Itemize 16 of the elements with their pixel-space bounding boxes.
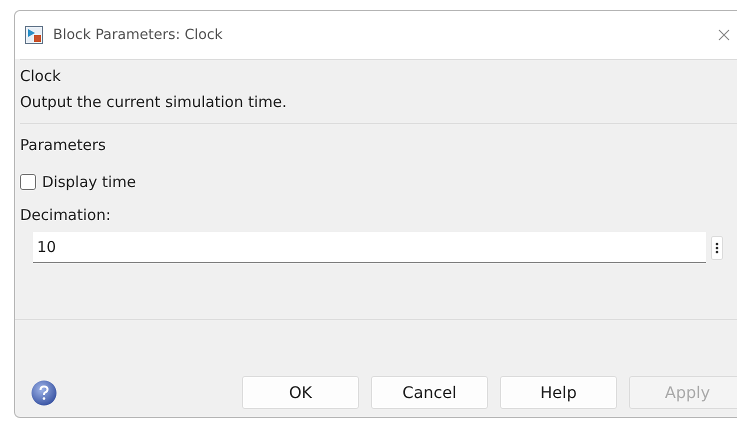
group-title: Clock (20, 67, 62, 87)
window-title: Block Parameters: Clock (53, 27, 224, 43)
field-label: Decimation: (20, 206, 112, 226)
block-description: Output the current simulation time. (20, 93, 288, 113)
help-icon[interactable] (31, 380, 57, 406)
dialog-button[interactable]: OK (242, 376, 359, 409)
decimation-field[interactable]: 10 (33, 232, 706, 263)
group-title: Parameters (20, 136, 107, 156)
dialog-button[interactable]: Cancel (371, 376, 488, 409)
display-time-checkbox[interactable]: Display time (20, 166, 737, 198)
block-icon (25, 26, 43, 44)
close-icon[interactable] (718, 29, 730, 41)
dialog-button[interactable]: Help (500, 376, 617, 409)
checkbox-label: Display time (42, 173, 136, 191)
more-options-icon[interactable] (711, 236, 723, 260)
checkbox[interactable] (20, 174, 36, 190)
